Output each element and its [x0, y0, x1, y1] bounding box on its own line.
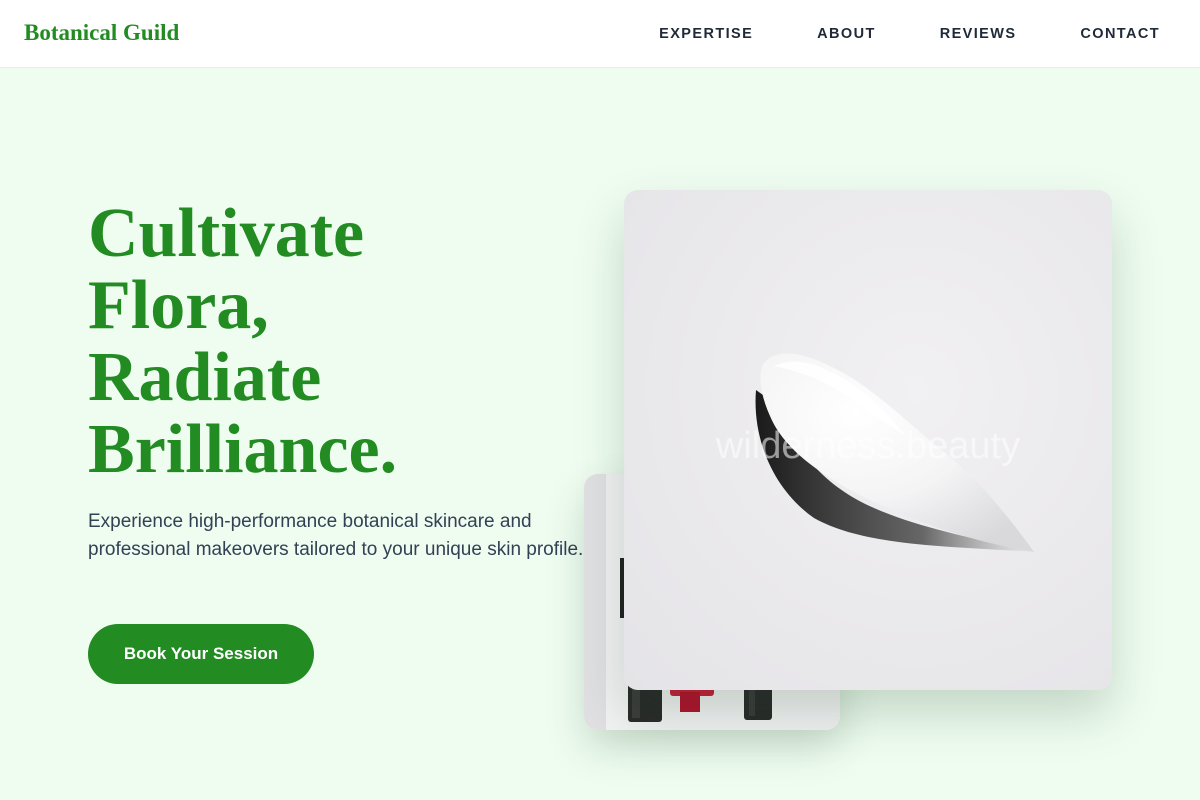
- cream-swatch-photo: wilderness.beauty: [624, 190, 1112, 690]
- hero-headline: Cultivate Flora, Radiate Brilliance.: [88, 198, 568, 486]
- nav-link-contact[interactable]: CONTACT: [1080, 26, 1160, 42]
- book-session-button[interactable]: Book Your Session: [88, 624, 314, 684]
- nav-link-reviews[interactable]: REVIEWS: [940, 26, 1017, 42]
- nav-link-expertise[interactable]: EXPERTISE: [659, 26, 753, 42]
- nav-link-about[interactable]: ABOUT: [817, 26, 876, 42]
- hero-headline-line-4: Brilliance.: [88, 411, 398, 488]
- cream-swatch-illustration: wilderness.beauty: [715, 353, 1034, 552]
- hero-headline-line-3: Radiate: [88, 339, 322, 416]
- main-nav: EXPERTISE ABOUT REVIEWS CONTACT: [659, 0, 1200, 68]
- watermark-text: wilderness.beauty: [715, 425, 1020, 467]
- hero-subtext: Experience high-performance botanical sk…: [88, 511, 584, 560]
- brand-logo-link[interactable]: Botanical Guild: [24, 20, 179, 46]
- hero-headline-line-1: Cultivate: [88, 195, 365, 272]
- hero-headline-line-2: Flora,: [88, 267, 269, 344]
- top-navigation-bar: Botanical Guild EXPERTISE ABOUT REVIEWS …: [0, 0, 1200, 68]
